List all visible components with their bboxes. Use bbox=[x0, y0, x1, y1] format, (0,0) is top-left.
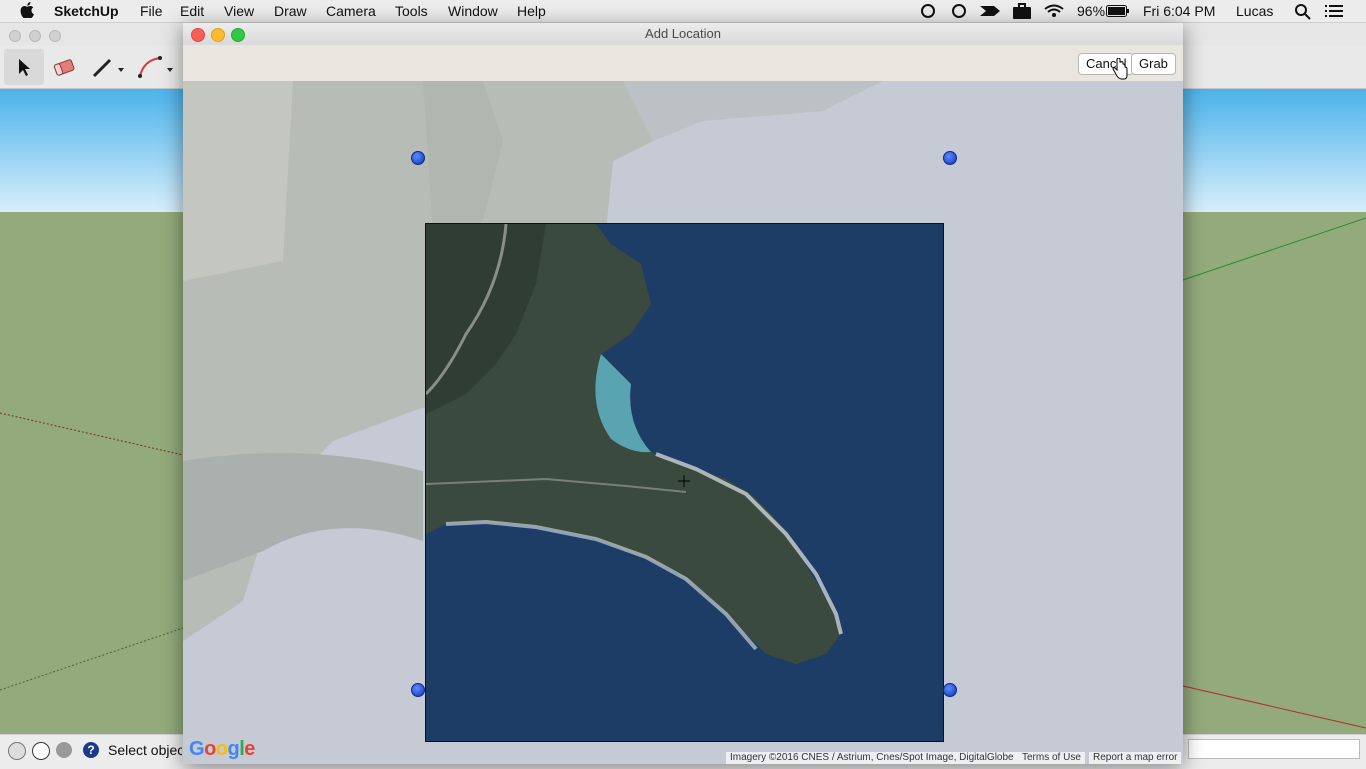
grab-button[interactable]: Grab bbox=[1131, 53, 1176, 75]
selection-handle-bottom-left[interactable] bbox=[411, 683, 425, 697]
menu-file[interactable]: File bbox=[140, 3, 163, 19]
apple-icon[interactable] bbox=[20, 2, 34, 18]
window-close-button[interactable] bbox=[9, 30, 21, 42]
user-icon[interactable] bbox=[56, 742, 72, 758]
select-tool-button[interactable] bbox=[4, 49, 44, 85]
sync-icon[interactable] bbox=[952, 4, 966, 18]
terms-of-use-link[interactable]: Terms of Use bbox=[1018, 752, 1085, 764]
menu-bar: SketchUp File Edit View Draw Camera Tool… bbox=[0, 0, 1366, 23]
window-minimize-button[interactable] bbox=[29, 30, 41, 42]
battery-icon[interactable] bbox=[1106, 5, 1130, 17]
briefcase-icon[interactable] bbox=[1013, 3, 1031, 19]
menu-window[interactable]: Window bbox=[448, 3, 498, 19]
info-icon[interactable] bbox=[32, 742, 50, 760]
eraser-icon bbox=[53, 59, 75, 76]
google-logo[interactable]: Google bbox=[189, 738, 255, 761]
dialog-toolbar: Cancel Grab bbox=[183, 45, 1183, 82]
time-machine-icon[interactable] bbox=[921, 4, 935, 18]
selection-handle-top-left[interactable] bbox=[411, 151, 425, 165]
report-map-error-link[interactable]: Report a map error bbox=[1089, 752, 1182, 764]
pencil-icon bbox=[92, 58, 124, 78]
geo-location-icon[interactable] bbox=[8, 742, 26, 760]
dialog-close-button[interactable] bbox=[191, 28, 205, 42]
dialog-title: Add Location bbox=[183, 23, 1183, 45]
dialog-minimize-button[interactable] bbox=[211, 28, 225, 42]
eraser-tool-button[interactable] bbox=[44, 49, 84, 85]
menu-view[interactable]: View bbox=[224, 3, 254, 19]
menu-edit[interactable]: Edit bbox=[180, 3, 204, 19]
selection-handle-bottom-right[interactable] bbox=[943, 683, 957, 697]
menu-camera[interactable]: Camera bbox=[326, 3, 376, 19]
satellite-map[interactable] bbox=[183, 81, 1183, 764]
menubar-clock[interactable]: Fri 6:04 PM bbox=[1143, 3, 1215, 19]
hand-cursor-icon bbox=[1112, 58, 1128, 80]
help-icon[interactable]: ? bbox=[83, 742, 99, 758]
dialog-zoom-button[interactable] bbox=[231, 28, 245, 42]
status-text: Select objec bbox=[108, 742, 182, 758]
measurements-field[interactable] bbox=[1188, 739, 1360, 759]
add-location-dialog: Add Location Cancel Grab Google Imagery … bbox=[183, 23, 1183, 764]
select-icon bbox=[19, 59, 30, 76]
menu-help[interactable]: Help bbox=[517, 3, 546, 19]
battery-percent: 96% bbox=[1077, 3, 1106, 19]
wifi-icon[interactable] bbox=[1044, 4, 1064, 18]
window-zoom-button[interactable] bbox=[49, 30, 61, 42]
menubar-user[interactable]: Lucas bbox=[1236, 3, 1273, 19]
menu-draw[interactable]: Draw bbox=[274, 3, 307, 19]
menu-tools[interactable]: Tools bbox=[395, 3, 428, 19]
search-icon[interactable] bbox=[1295, 4, 1311, 20]
menu-icon[interactable] bbox=[1325, 5, 1343, 18]
selection-region[interactable] bbox=[425, 223, 944, 742]
imagery-attribution: Imagery ©2016 CNES / Astrium, Cnes/Spot … bbox=[726, 752, 1018, 764]
app-menu[interactable]: SketchUp bbox=[54, 3, 119, 19]
pencil-tool-button[interactable] bbox=[88, 49, 128, 85]
flag-icon[interactable] bbox=[980, 4, 1000, 18]
arc-icon bbox=[138, 56, 173, 78]
arc-tool-button[interactable] bbox=[136, 49, 176, 85]
satellite-imagery bbox=[426, 224, 943, 741]
selection-handle-top-right[interactable] bbox=[943, 151, 957, 165]
